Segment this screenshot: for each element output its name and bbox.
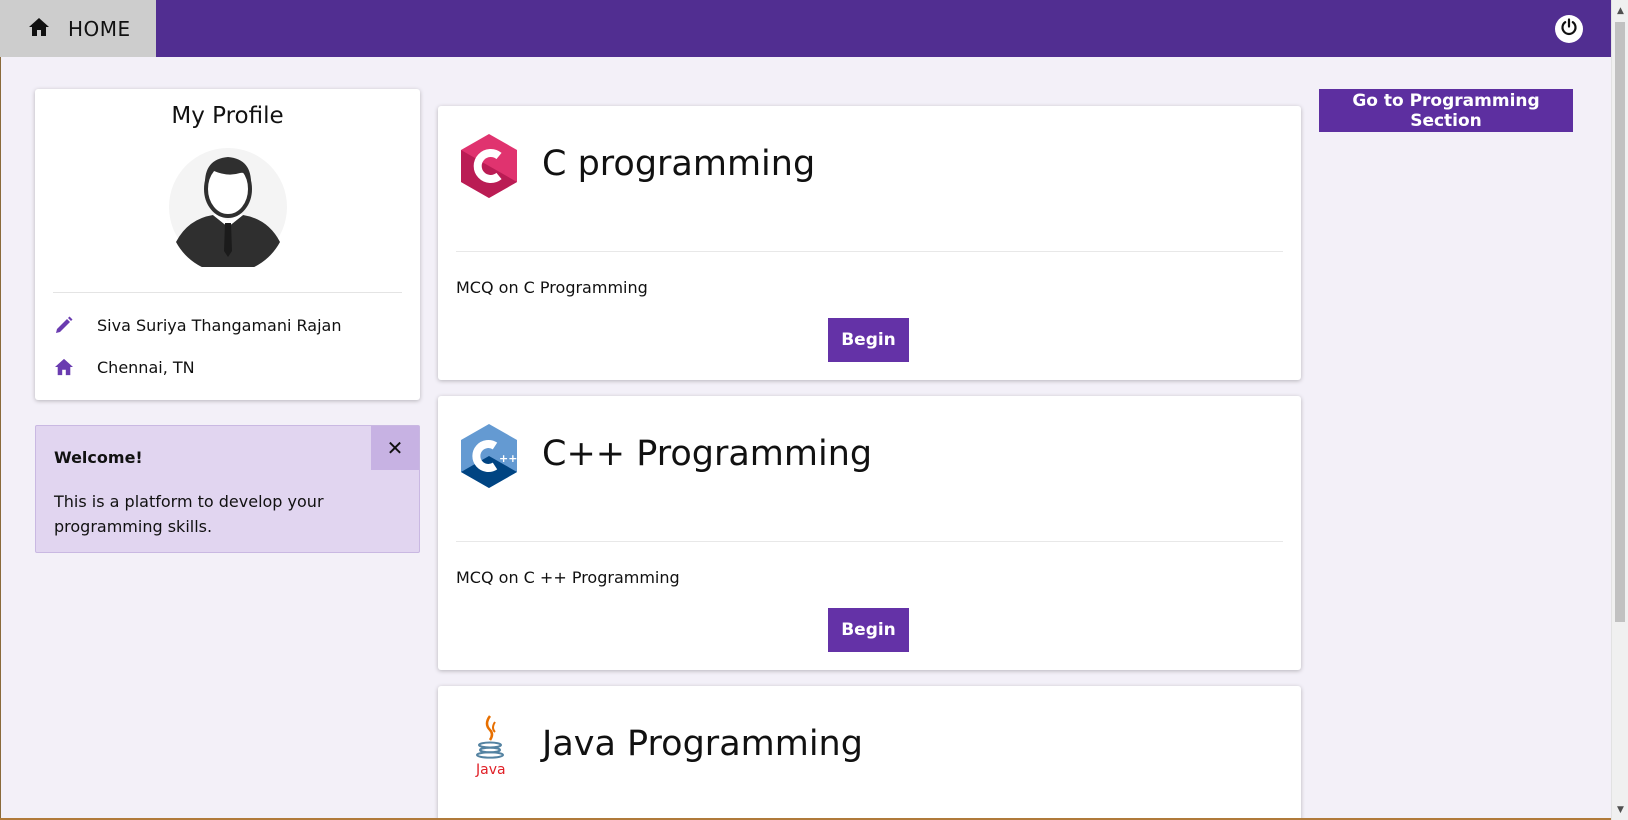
profile-card: My Profile Siva Suriya Thangamani Rajan …: [35, 89, 420, 400]
cpp-logo-icon: ++: [458, 422, 520, 490]
begin-button-c[interactable]: Begin: [828, 318, 909, 362]
course-card-c: C programming MCQ on C Programming Begin: [438, 106, 1301, 380]
course-card-java: Java Java Programming: [438, 686, 1301, 820]
scroll-thumb[interactable]: [1615, 22, 1625, 622]
course-card-cpp: ++ C++ Programming MCQ on C ++ Programmi…: [438, 396, 1301, 670]
java-logo-text: Java: [475, 762, 506, 778]
course-description: MCQ on C ++ Programming: [456, 568, 680, 587]
begin-button-cpp[interactable]: Begin: [828, 608, 909, 652]
vertical-scrollbar[interactable]: ▲ ▼: [1611, 0, 1628, 820]
c-logo-icon: [458, 132, 520, 200]
alert-close-button[interactable]: ✕: [371, 426, 419, 470]
profile-title: My Profile: [171, 103, 284, 129]
scroll-up-arrow-icon[interactable]: ▲: [1612, 2, 1628, 19]
course-title: C++ Programming: [542, 434, 873, 474]
course-title: Java Programming: [542, 724, 863, 764]
java-logo-icon: Java: [458, 712, 520, 780]
course-divider: [456, 251, 1283, 252]
profile-name-row: Siva Suriya Thangamani Rajan: [53, 314, 341, 336]
page-left-border: [0, 57, 1, 820]
home-button[interactable]: HOME: [0, 0, 156, 57]
course-divider: [456, 541, 1283, 542]
course-description: MCQ on C Programming: [456, 278, 648, 297]
go-to-programming-section-button[interactable]: Go to Programming Section: [1319, 89, 1573, 132]
top-navigation-bar: HOME: [0, 0, 1611, 57]
power-icon: [1560, 18, 1578, 40]
profile-name: Siva Suriya Thangamani Rajan: [97, 315, 342, 335]
home-icon: [28, 17, 50, 41]
welcome-alert: ✕ Welcome! This is a platform to develop…: [35, 425, 420, 553]
profile-location: Chennai, TN: [97, 357, 195, 377]
home-label: HOME: [68, 16, 131, 41]
alert-title: Welcome!: [54, 448, 143, 467]
profile-divider: [53, 292, 402, 293]
alert-message: This is a platform to develop your progr…: [54, 492, 324, 536]
avatar: [168, 147, 288, 274]
scroll-down-arrow-icon[interactable]: ▼: [1612, 801, 1628, 818]
home-icon: [53, 356, 75, 378]
svg-text:++: ++: [499, 452, 517, 465]
pencil-icon: [53, 314, 75, 336]
power-button[interactable]: [1555, 15, 1583, 43]
course-title: C programming: [542, 144, 816, 184]
close-icon: ✕: [386, 436, 404, 460]
profile-location-row: Chennai, TN: [53, 356, 195, 378]
